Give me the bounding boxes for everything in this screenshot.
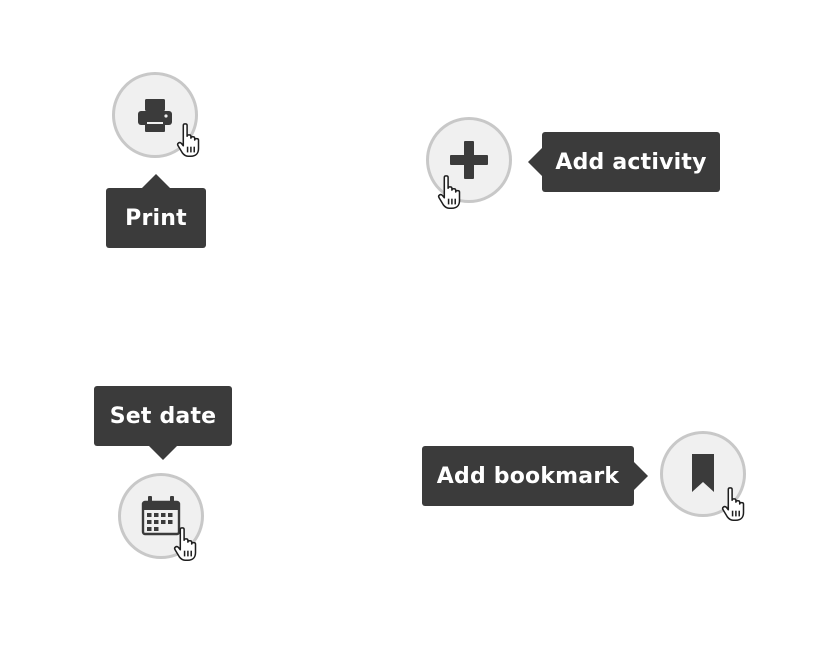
hand-pointer-icon [176, 123, 200, 157]
add-bookmark-button[interactable] [660, 431, 746, 521]
hand-pointer-icon [437, 175, 461, 209]
set-date-button[interactable] [118, 473, 204, 561]
add-bookmark-tooltip: Add bookmark [422, 446, 648, 506]
print-button[interactable] [112, 72, 200, 158]
add-activity-tooltip: Add activity [528, 132, 720, 192]
set-date-tooltip: Set date [94, 386, 232, 460]
print-tooltip: Print [106, 174, 206, 248]
hand-pointer-icon [721, 487, 745, 521]
add-bookmark-tooltip-label: Add bookmark [436, 463, 620, 489]
print-tooltip-label: Print [125, 205, 187, 231]
set-date-tooltip-label: Set date [109, 403, 217, 429]
hand-pointer-icon [173, 527, 197, 561]
add-activity-tooltip-label: Add activity [555, 149, 707, 175]
add-activity-button[interactable] [426, 117, 512, 209]
